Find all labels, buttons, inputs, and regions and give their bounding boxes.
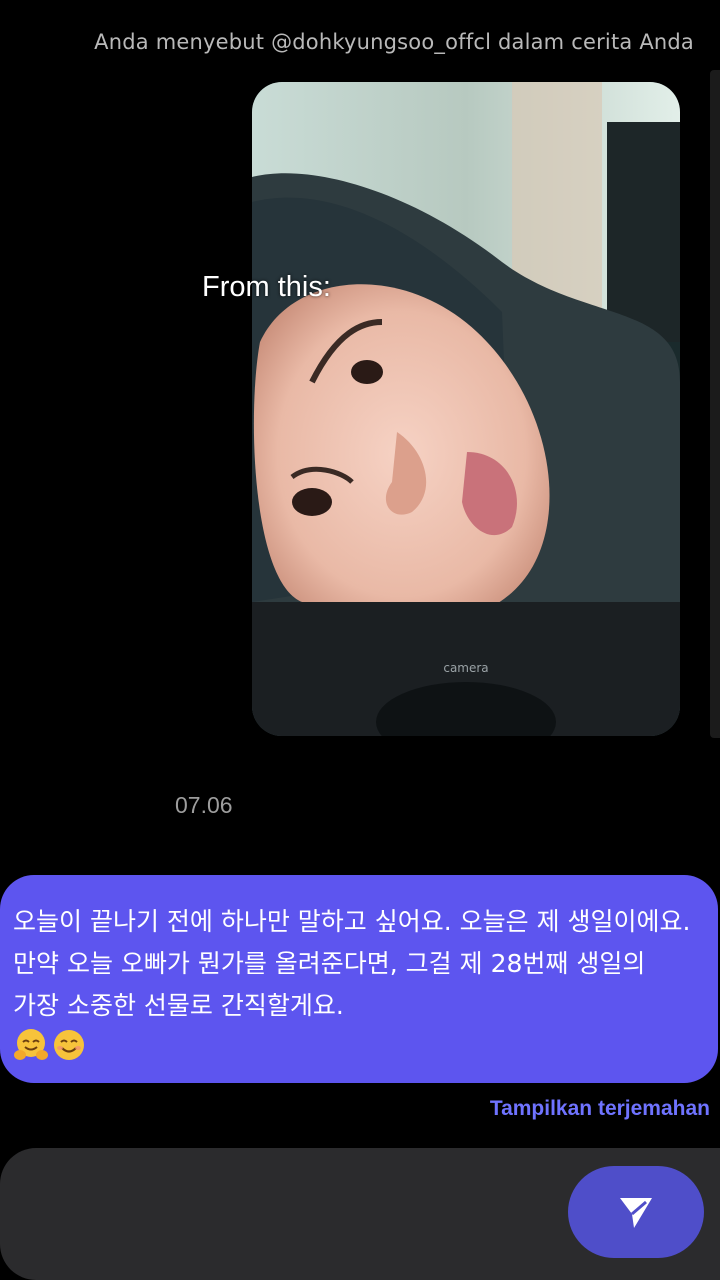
- story-photo[interactable]: camera: [252, 82, 680, 736]
- chat-screen: Anda menyebut @dohkyungsoo_offcl dalam c…: [0, 0, 720, 1280]
- story-mention-header: Anda menyebut @dohkyungsoo_offcl dalam c…: [94, 30, 694, 54]
- message-date: 07.06: [175, 792, 233, 818]
- camera-watermark: camera: [443, 661, 488, 675]
- send-button[interactable]: [568, 1166, 704, 1258]
- hugging-face-icon: [14, 1029, 48, 1060]
- message-input[interactable]: [30, 1178, 554, 1250]
- story-photo-image: camera: [252, 82, 680, 736]
- adjacent-message-edge: [710, 70, 720, 738]
- send-icon: [620, 1198, 652, 1228]
- show-translation-link[interactable]: Tampilkan terjemahan: [490, 1097, 710, 1121]
- message-bubble[interactable]: 오늘이 끝나기 전에 하나만 말하고 싶어요. 오늘은 제 생일이에요. 만약 …: [0, 875, 718, 1083]
- emoji-row: [13, 1027, 696, 1063]
- smiling-face-icon: [54, 1030, 84, 1060]
- message-text: 오늘이 끝나기 전에 하나만 말하고 싶어요. 오늘은 제 생일이에요. 만약 …: [13, 907, 691, 1020]
- overlay-caption: From this:: [202, 271, 331, 303]
